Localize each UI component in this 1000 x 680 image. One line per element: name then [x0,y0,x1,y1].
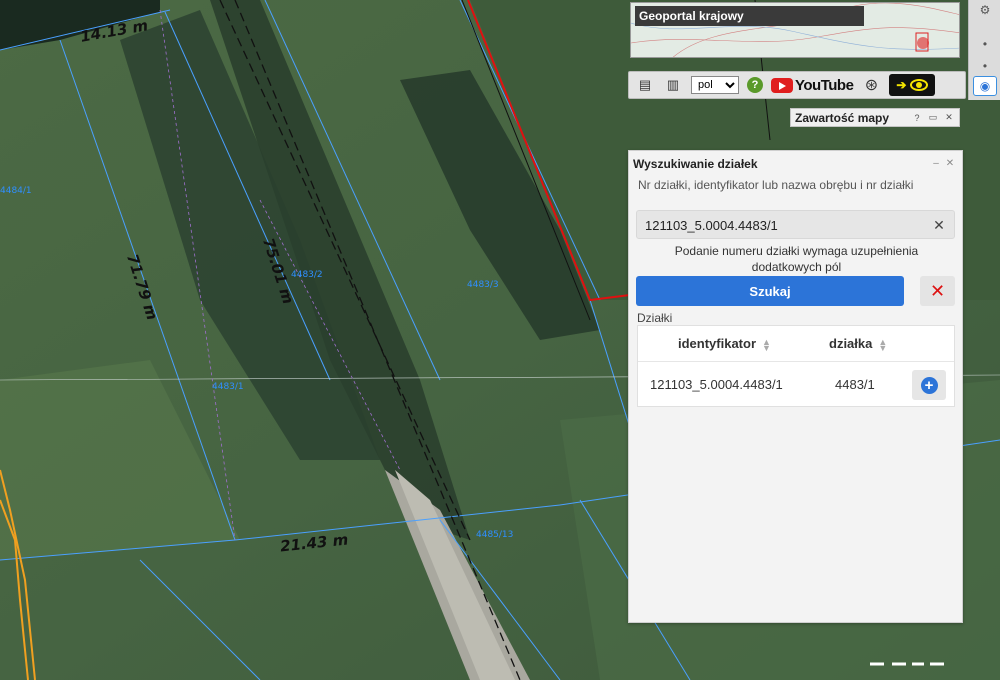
search-input[interactable] [645,217,915,233]
warning-text: Podanie numeru działki wymaga uzupełnien… [674,244,919,274]
overview-map[interactable]: Geoportal krajowy [630,2,960,58]
youtube-label: YouTube [795,76,854,94]
close-icon[interactable]: ✕ [944,157,956,169]
results-table: identyfikator ▲ ▼ działka ▲ ▼ 121103_5.0004.… [637,325,955,407]
arrow-icon: ➔ [896,78,907,92]
panel-controls: – ✕ [930,157,956,169]
eye-icon[interactable]: ◉ [973,76,997,96]
cancel-button[interactable]: ✕ [920,276,955,306]
gml-icon[interactable]: ▥ [663,75,683,95]
dot-icon[interactable]: • [973,56,997,76]
youtube-button[interactable]: YouTube [771,76,854,94]
language-select[interactable]: pol [691,76,739,94]
clear-icon[interactable]: ✕ [932,217,946,233]
plus-icon: + [920,376,938,394]
column-header-label: działka [829,336,873,351]
cell-identyfikator: 121103_5.0004.4483/1 [650,377,783,392]
column-header-dzialka[interactable]: działka ▲ ▼ [829,336,888,353]
overview-title: Geoportal krajowy [635,6,864,26]
close-icon[interactable]: ✕ [943,112,955,124]
parcel-label: 4483/3 [467,280,499,290]
right-toolbar: ⚙ • • ◉ [968,0,1000,100]
sort-icon: ▲ ▼ [878,336,888,353]
help-icon[interactable]: ? [911,112,923,124]
column-header-identyfikator[interactable]: identyfikator ▲ ▼ [678,336,771,353]
panel-title: Wyszukiwanie działek [633,157,758,171]
parcel-label: 4483/2 [291,270,323,280]
search-button[interactable]: Szukaj [636,276,904,306]
parcel-label: 4483/1 [212,382,244,392]
results-section-title: Działki [637,311,673,325]
eye-icon [910,79,929,91]
column-header-label: identyfikator [678,336,757,351]
parcel-search-panel: Wyszukiwanie działek – ✕ Nr działki, ide… [628,150,963,623]
search-field: ✕ [636,210,955,239]
maximize-icon[interactable]: ▭ [927,112,939,124]
table-row[interactable]: 121103_5.0004.4483/1 4483/1 + [638,362,954,408]
add-parcel-button[interactable]: + [912,370,946,400]
gear-icon[interactable]: ⚙ [973,0,997,20]
help-icon[interactable]: ? [747,77,763,93]
youtube-icon [771,77,793,93]
search-hint: Nr działki, identyfikator lub nazwa obrę… [638,178,914,192]
main-toolbar: ▤ ▥ pol ? YouTube ⊛ ➔ [628,71,966,99]
layers-panel[interactable]: Zawartość mapy ? ▭ ✕ [790,108,960,127]
steering-wheel-icon[interactable]: ⊛ [861,75,881,95]
layers-panel-title: Zawartość mapy [795,110,890,125]
parcel-label: 4484/1 [0,186,32,196]
list-icon[interactable]: ▤ [635,75,655,95]
accessibility-button[interactable]: ➔ [889,74,936,96]
dot-icon[interactable]: • [973,34,997,54]
parcel-label: 4485/13 [476,530,514,540]
table-header: identyfikator ▲ ▼ działka ▲ ▼ [638,326,954,362]
sort-icon: ▲ ▼ [762,336,771,353]
cell-dzialka: 4483/1 [835,377,875,392]
minimize-icon[interactable]: – [930,157,942,169]
